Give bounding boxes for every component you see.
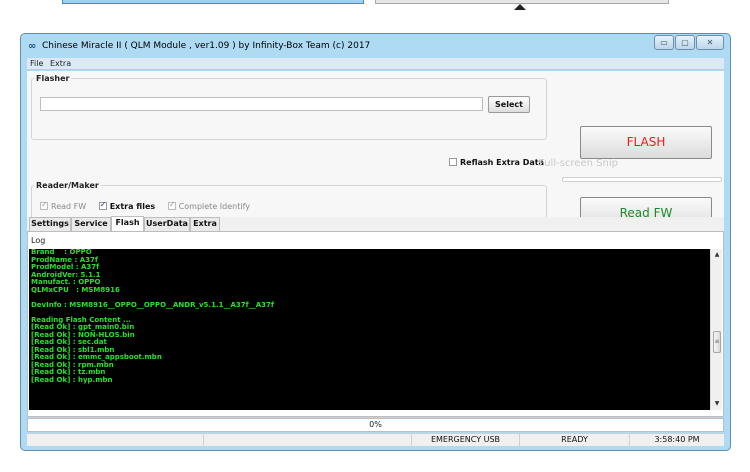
reader-options-row: Read FW Extra files Complete Identify xyxy=(40,200,260,211)
scroll-thumb[interactable]: ≡ xyxy=(713,331,721,353)
tab-settings[interactable]: Settings xyxy=(29,217,71,231)
log-line: DevInfo : MSM8916__OPPO__OPPO__ANDR_v5.1… xyxy=(31,300,274,309)
log-line: [Read Ok] : sec.dat xyxy=(31,338,107,346)
reflash-extra-checkbox[interactable]: Reflash Extra Data xyxy=(449,158,544,167)
status-time: 3:58:40 PM xyxy=(629,434,724,447)
log-line: [Read Ok] : emmc_appsboot.mbn xyxy=(31,353,162,361)
pointer-arrow-icon xyxy=(514,4,526,10)
log-line: Manufact. : OPPO xyxy=(31,278,101,286)
progress-bar: 0% xyxy=(27,418,724,432)
full-screen-snip-overlay: Full-screen Snip xyxy=(539,158,618,169)
log-line: [Read Ok] : hyp.mbn xyxy=(31,375,113,384)
log-line: Brand : OPPO xyxy=(31,249,92,256)
scroll-down-icon[interactable]: ▼ xyxy=(711,398,723,410)
firmware-path-input[interactable] xyxy=(40,97,483,111)
tab-service[interactable]: Service xyxy=(71,217,111,231)
maximize-icon: ▢ xyxy=(681,38,689,47)
minimize-button[interactable]: ▭ xyxy=(654,35,674,50)
tab-extra[interactable]: Extra xyxy=(190,217,220,231)
log-line: [Read Ok] : tz.mbn xyxy=(31,368,106,376)
close-icon: ✕ xyxy=(706,38,714,47)
flash-tab-panel: Log Brand : OPPO ProdName : A37f ProdMod… xyxy=(27,231,724,417)
log-line: AndroidVer: 5.1.1 xyxy=(31,270,101,279)
flasher-group: Flasher Select xyxy=(31,74,547,140)
infinity-icon: ∞ xyxy=(28,41,37,52)
flasher-title: Flasher xyxy=(34,74,72,83)
read-fw-checkbox[interactable]: Read FW xyxy=(40,200,86,211)
title-bar[interactable]: ∞ Chinese Miracle II ( QLM Module , ver1… xyxy=(21,34,730,58)
status-bar: EMERGENCY USB READY 3:58:40 PM xyxy=(27,433,724,447)
scroll-up-icon[interactable]: ▲ xyxy=(711,249,723,261)
status-cell-empty xyxy=(27,434,203,447)
app-window: ∞ Chinese Miracle II ( QLM Module , ver1… xyxy=(20,33,731,451)
complete-identify-checkbox[interactable]: Complete Identify xyxy=(167,200,250,211)
log-line: ProdName : A37f xyxy=(31,255,98,264)
status-cell-empty xyxy=(203,434,411,447)
maximize-button[interactable]: ▢ xyxy=(675,35,695,50)
status-mode: EMERGENCY USB xyxy=(411,434,519,447)
desktop-top-strip xyxy=(0,0,750,10)
menu-extra[interactable]: Extra xyxy=(50,59,71,68)
menu-file[interactable]: File xyxy=(30,59,43,68)
log-line: [Read Ok] : NON-HLOS.bin xyxy=(31,330,135,339)
tab-flash[interactable]: Flash xyxy=(111,216,144,231)
minimize-icon: ▭ xyxy=(660,38,668,47)
log-line: [Read Ok] : rpm.mbn xyxy=(31,360,114,369)
progress-text: 0% xyxy=(369,420,382,429)
reader-maker-title: Reader/Maker xyxy=(34,181,101,190)
tab-strip: Settings Service Flash UserData Extra xyxy=(27,216,724,231)
log-line: QLMxCPU : MSM8916 xyxy=(31,285,120,294)
select-button[interactable]: Select xyxy=(488,96,530,113)
extra-files-checkbox[interactable]: Extra files xyxy=(98,200,155,211)
desktop-window-edge xyxy=(62,0,364,4)
close-button[interactable]: ✕ xyxy=(696,35,724,50)
operation-progress-slot xyxy=(562,177,722,182)
menu-bar: File Extra xyxy=(27,58,724,70)
status-state: READY xyxy=(519,434,629,447)
log-scrollbar[interactable]: ▲ ≡ ▼ xyxy=(710,249,722,410)
flash-button[interactable]: FLASH xyxy=(580,126,712,159)
checkbox-box xyxy=(449,158,457,166)
log-label: Log xyxy=(31,236,46,245)
log-console[interactable]: Brand : OPPO ProdName : A37f ProdModel :… xyxy=(29,249,710,410)
log-line: ProdModel : A37f xyxy=(31,263,100,271)
tab-userdata[interactable]: UserData xyxy=(144,217,190,231)
window-title: Chinese Miracle II ( QLM Module , ver1.0… xyxy=(42,41,371,51)
reflash-extra-label: Reflash Extra Data xyxy=(460,158,544,167)
